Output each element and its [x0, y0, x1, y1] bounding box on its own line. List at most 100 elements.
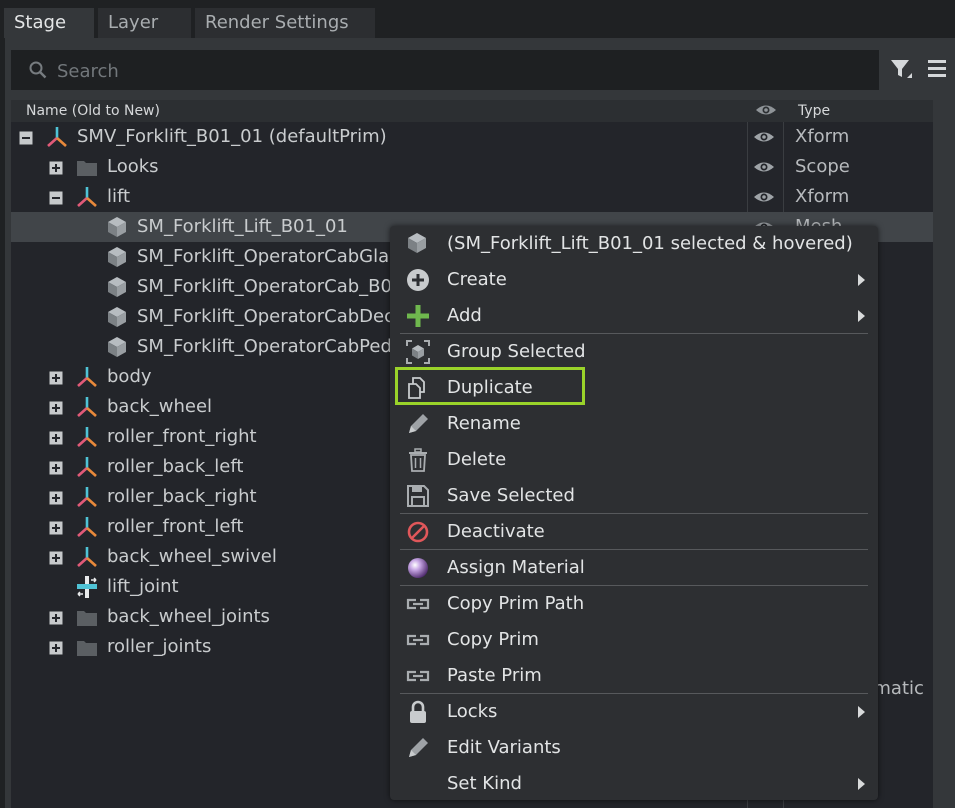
- menu-item-label: (SM_Forklift_Lift_B01_01 selected & hove…: [447, 233, 853, 254]
- search-icon: [29, 61, 47, 79]
- submenu-arrow-icon: [858, 706, 865, 718]
- pencil-icon: [405, 735, 431, 761]
- tree-row-label: lift_joint: [107, 576, 179, 597]
- column-header-name[interactable]: Name (Old to New): [26, 103, 160, 119]
- menu-header: (SM_Forklift_Lift_B01_01 selected & hove…: [390, 226, 878, 262]
- menu-item-copy-prim-path[interactable]: Copy Prim Path: [390, 586, 878, 622]
- menu-item-set-kind[interactable]: Set Kind: [390, 766, 878, 802]
- xform-icon: [75, 365, 99, 389]
- menu-item-save-selected[interactable]: Save Selected: [390, 478, 878, 514]
- menu-item-label: Edit Variants: [447, 737, 561, 758]
- joint-icon: [75, 575, 99, 599]
- plus-icon: [405, 303, 431, 329]
- menu-item-label: Save Selected: [447, 485, 575, 506]
- expand-toggle-icon[interactable]: [49, 160, 63, 175]
- tree-row[interactable]: lift Xform: [11, 182, 933, 212]
- menu-item-deactivate[interactable]: Deactivate: [390, 514, 878, 550]
- link-icon: [405, 591, 431, 617]
- trash-icon: [405, 447, 431, 473]
- tree-row-type: Scope: [795, 156, 850, 177]
- search-bar: [11, 50, 879, 90]
- mesh-icon: [105, 245, 129, 269]
- plus-circle-icon: [405, 267, 431, 293]
- menu-item-assign-material[interactable]: Assign Material: [390, 550, 878, 586]
- search-input[interactable]: [55, 56, 859, 86]
- folder-icon: [75, 155, 99, 179]
- menu-item-locks[interactable]: Locks: [390, 694, 878, 730]
- expand-toggle-icon[interactable]: [49, 520, 63, 535]
- menu-item-delete[interactable]: Delete: [390, 442, 878, 478]
- group-icon: [405, 339, 431, 365]
- menu-item-group-selected[interactable]: Group Selected: [390, 334, 878, 370]
- mesh-icon: [105, 335, 129, 359]
- tree-row-label: SM_Forklift_OperatorCabGlas: [137, 246, 399, 267]
- menu-item-edit-variants[interactable]: Edit Variants: [390, 730, 878, 766]
- tree-row-label: roller_joints: [107, 636, 212, 657]
- xform-icon: [75, 425, 99, 449]
- tree-header: Name (Old to New) Type: [11, 100, 933, 122]
- expand-toggle-icon[interactable]: [49, 370, 63, 385]
- xform-icon: [75, 515, 99, 539]
- menu-item-rename[interactable]: Rename: [390, 406, 878, 442]
- submenu-arrow-icon: [858, 778, 865, 790]
- menu-item-label: Add: [447, 305, 482, 326]
- tree-row-label: SM_Forklift_OperatorCabDeca: [137, 306, 406, 327]
- menu-item-label: Paste Prim: [447, 665, 542, 686]
- filter-icon[interactable]: [888, 56, 914, 82]
- tree-row[interactable]: Looks Scope: [11, 152, 933, 182]
- menu-item-label: Copy Prim: [447, 629, 539, 650]
- mesh-icon: [105, 215, 129, 239]
- tree-row-label: back_wheel_joints: [107, 606, 270, 627]
- visibility-header-eye-icon[interactable]: [755, 102, 777, 118]
- visibility-eye-icon[interactable]: [753, 189, 775, 209]
- visibility-eye-icon[interactable]: [753, 159, 775, 179]
- link-icon: [405, 663, 431, 689]
- expand-toggle-icon[interactable]: [49, 460, 63, 475]
- expand-toggle-icon[interactable]: [49, 400, 63, 415]
- xform-icon: [75, 395, 99, 419]
- tree-row-label: SMV_Forklift_B01_01 (defaultPrim): [77, 126, 387, 147]
- tree-row-label: Looks: [107, 156, 159, 177]
- deactivate-icon: [405, 519, 431, 545]
- collapse-toggle-icon[interactable]: [49, 190, 63, 205]
- menu-item-paste-prim[interactable]: Paste Prim: [390, 658, 878, 694]
- collapse-toggle-icon[interactable]: [19, 130, 33, 145]
- tree-row-label: SM_Forklift_Lift_B01_01: [137, 216, 348, 237]
- tab-stage[interactable]: Stage: [4, 8, 94, 38]
- context-menu: (SM_Forklift_Lift_B01_01 selected & hove…: [390, 226, 878, 800]
- tree-row-label: lift: [107, 186, 131, 207]
- folder-icon: [75, 605, 99, 629]
- xform-icon: [45, 125, 69, 149]
- tree-row-label: back_wheel_swivel: [107, 546, 277, 567]
- tree-row-label: SM_Forklift_OperatorCabPeda: [137, 336, 403, 357]
- menu-item-add[interactable]: Add: [390, 298, 878, 334]
- tree-row-label: roller_front_right: [107, 426, 257, 447]
- tab-layer[interactable]: Layer: [98, 8, 191, 38]
- material-sphere-icon: [405, 555, 431, 581]
- expand-toggle-icon[interactable]: [49, 430, 63, 445]
- tab-render-settings-label: Render Settings: [205, 12, 349, 33]
- menu-item-create[interactable]: Create: [390, 262, 878, 298]
- visibility-eye-icon[interactable]: [753, 129, 775, 149]
- tab-stage-label: Stage: [14, 12, 67, 33]
- expand-toggle-icon[interactable]: [49, 490, 63, 505]
- link-icon: [405, 627, 431, 653]
- expand-toggle-icon[interactable]: [49, 640, 63, 655]
- tree-row-label: roller_back_left: [107, 456, 244, 477]
- tree-row[interactable]: SMV_Forklift_B01_01 (defaultPrim) Xform: [11, 122, 933, 152]
- tab-bar: Stage Layer Render Settings: [0, 0, 955, 38]
- xform-icon: [75, 545, 99, 569]
- mesh-icon: [405, 231, 431, 257]
- expand-toggle-icon[interactable]: [49, 550, 63, 565]
- submenu-arrow-icon: [858, 274, 865, 286]
- column-header-type[interactable]: Type: [798, 103, 830, 119]
- hamburger-menu-icon[interactable]: [924, 56, 950, 82]
- expand-toggle-icon[interactable]: [49, 610, 63, 625]
- tree-row-type: Xform: [795, 126, 850, 147]
- submenu-arrow-icon: [858, 310, 865, 322]
- menu-item-label: Locks: [447, 701, 498, 722]
- tab-render-settings[interactable]: Render Settings: [195, 8, 375, 38]
- tree-row-label: roller_back_right: [107, 486, 257, 507]
- folder-icon: [75, 635, 99, 659]
- menu-item-copy-prim[interactable]: Copy Prim: [390, 622, 878, 658]
